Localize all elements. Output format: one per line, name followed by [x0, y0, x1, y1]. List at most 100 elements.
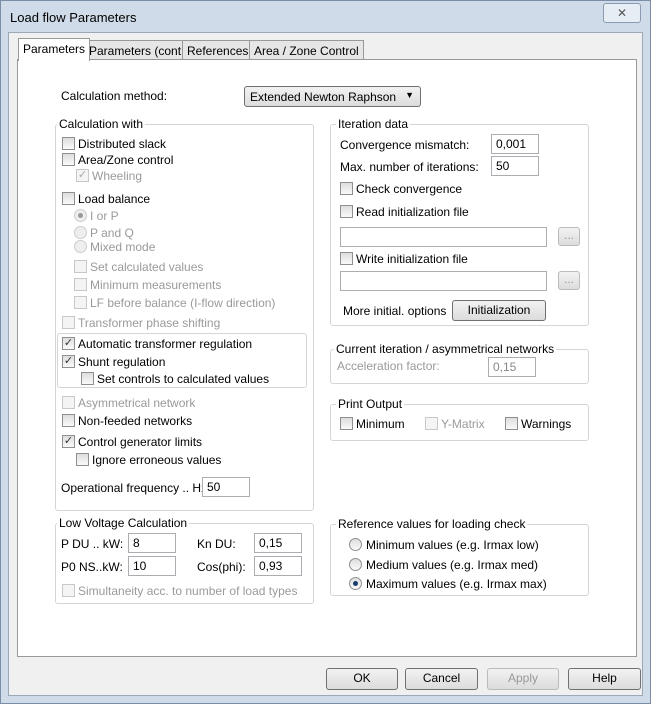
- print-ymatrix-checkbox[interactable]: [425, 417, 438, 430]
- read-browse-button[interactable]: ...: [558, 227, 580, 246]
- wheeling-checkbox[interactable]: ✓: [76, 169, 89, 182]
- max-iterations-label: Max. number of iterations:: [340, 160, 479, 174]
- read-init-checkbox[interactable]: [340, 205, 353, 218]
- frequency-label: Operational frequency .. Hz:: [61, 481, 211, 495]
- auto-trafo-label: Automatic transformer regulation: [78, 337, 253, 351]
- frequency-input[interactable]: [202, 477, 250, 497]
- help-button[interactable]: Help: [568, 668, 641, 690]
- calc-with-title: Calculation with: [57, 117, 146, 131]
- print-minimum-checkbox[interactable]: [340, 417, 353, 430]
- area-zone-label: Area/Zone control: [78, 153, 174, 167]
- cosphi-label: Cos(phi):: [197, 560, 246, 574]
- read-init-path-input[interactable]: [340, 227, 547, 247]
- apply-button[interactable]: Apply: [487, 668, 559, 690]
- load-balance-checkbox[interactable]: [62, 192, 75, 205]
- mixed-mode-radio[interactable]: [74, 240, 87, 253]
- close-icon: ✕: [616, 6, 628, 20]
- write-init-path-input[interactable]: [340, 271, 547, 291]
- distributed-slack-checkbox[interactable]: [62, 137, 75, 150]
- tab-references[interactable]: References: [182, 40, 254, 60]
- p-and-q-label: P and Q: [90, 226, 134, 240]
- ref-med-radio[interactable]: [349, 558, 362, 571]
- current-iteration-title: Current iteration / asymmetrical network…: [334, 342, 557, 356]
- control-gen-checkbox[interactable]: ✓: [62, 435, 75, 448]
- p0-label: P0 NS..kW:: [61, 560, 123, 574]
- kndu-label: Kn DU:: [197, 537, 236, 551]
- cosphi-input[interactable]: [254, 556, 302, 576]
- non-feeded-label: Non-feeded networks: [78, 414, 193, 428]
- auto-trafo-checkbox[interactable]: ✓: [62, 337, 75, 350]
- write-init-checkbox[interactable]: [340, 252, 353, 265]
- p0-input[interactable]: [128, 556, 176, 576]
- print-output-title: Print Output: [336, 397, 405, 411]
- max-iterations-input[interactable]: [491, 156, 539, 176]
- pdu-label: P DU .. kW:: [61, 537, 124, 551]
- ref-min-radio[interactable]: [349, 538, 362, 551]
- convergence-label: Convergence mismatch:: [340, 138, 470, 152]
- asym-network-label: Asymmetrical network: [78, 396, 196, 410]
- acceleration-label: Acceleration factor:: [337, 359, 440, 373]
- pdu-input[interactable]: [128, 533, 176, 553]
- p-and-q-radio[interactable]: [74, 226, 87, 239]
- i-or-p-radio[interactable]: [74, 209, 87, 222]
- simultaneity-label: Simultaneity acc. to number of load type…: [78, 584, 298, 598]
- ok-button[interactable]: OK: [326, 668, 398, 690]
- kndu-input[interactable]: [254, 533, 302, 553]
- ref-min-label: Minimum values (e.g. Irmax low): [366, 538, 539, 552]
- trafo-phase-checkbox[interactable]: [62, 316, 75, 329]
- print-warnings-label: Warnings: [521, 417, 572, 431]
- initialization-button[interactable]: Initialization: [452, 300, 546, 321]
- calc-method-value: Extended Newton Raphson: [250, 90, 397, 104]
- ref-med-label: Medium values (e.g. Irmax med): [366, 558, 539, 572]
- set-controls-label: Set controls to calculated values: [97, 372, 270, 386]
- chevron-down-icon: ▼: [405, 90, 414, 100]
- print-ymatrix-label: Y-Matrix: [441, 417, 485, 431]
- control-gen-label: Control generator limits: [78, 435, 203, 449]
- tab-parameters-cont[interactable]: Parameters (cont.): [84, 40, 194, 60]
- min-measurements-label: Minimum measurements: [90, 278, 222, 292]
- ignore-erroneous-label: Ignore erroneous values: [92, 453, 222, 467]
- check-convergence-label: Check convergence: [356, 182, 463, 196]
- close-button[interactable]: ✕: [603, 3, 641, 23]
- ref-max-label: Maximum values (e.g. Irmax max): [366, 577, 547, 591]
- print-minimum-label: Minimum: [356, 417, 405, 431]
- asym-network-checkbox[interactable]: [62, 396, 75, 409]
- more-options-label: More initial. options: [343, 304, 447, 318]
- shunt-regulation-label: Shunt regulation: [78, 355, 166, 369]
- set-controls-checkbox[interactable]: [81, 372, 94, 385]
- set-calculated-label: Set calculated values: [90, 260, 204, 274]
- ref-max-radio[interactable]: [349, 577, 362, 590]
- set-calculated-checkbox[interactable]: [74, 260, 87, 273]
- cancel-button[interactable]: Cancel: [405, 668, 478, 690]
- tab-parameters[interactable]: Parameters: [18, 38, 91, 61]
- calc-method-label: Calculation method:: [61, 89, 168, 103]
- low-voltage-title: Low Voltage Calculation: [57, 516, 190, 530]
- wheeling-label: Wheeling: [92, 169, 143, 183]
- calc-method-select[interactable]: Extended Newton Raphson ▼: [244, 86, 421, 107]
- shunt-regulation-checkbox[interactable]: ✓: [62, 355, 75, 368]
- check-convergence-checkbox[interactable]: [340, 182, 353, 195]
- simultaneity-checkbox[interactable]: [62, 584, 75, 597]
- iteration-title: Iteration data: [336, 117, 411, 131]
- ignore-erroneous-checkbox[interactable]: [76, 453, 89, 466]
- min-measurements-checkbox[interactable]: [74, 278, 87, 291]
- read-init-label: Read initialization file: [356, 205, 469, 219]
- window-title: Load flow Parameters: [10, 10, 137, 25]
- reference-values-title: Reference values for loading check: [336, 517, 528, 531]
- write-browse-button[interactable]: ...: [558, 271, 580, 290]
- print-warnings-checkbox[interactable]: [505, 417, 518, 430]
- write-init-label: Write initialization file: [356, 252, 468, 266]
- iteration-group: [330, 124, 589, 326]
- lf-before-balance-label: LF before balance (I-flow direction): [90, 296, 276, 310]
- lf-before-balance-checkbox[interactable]: [74, 296, 87, 309]
- load-balance-label: Load balance: [78, 192, 151, 206]
- convergence-input[interactable]: [491, 134, 539, 154]
- tab-area-zone-control[interactable]: Area / Zone Control: [249, 40, 364, 60]
- non-feeded-checkbox[interactable]: [62, 414, 75, 427]
- mixed-mode-label: Mixed mode: [90, 240, 156, 254]
- acceleration-input[interactable]: [488, 357, 536, 377]
- distributed-slack-label: Distributed slack: [78, 137, 167, 151]
- i-or-p-label: I or P: [90, 209, 119, 223]
- trafo-phase-label: Transformer phase shifting: [78, 316, 221, 330]
- area-zone-checkbox[interactable]: [62, 153, 75, 166]
